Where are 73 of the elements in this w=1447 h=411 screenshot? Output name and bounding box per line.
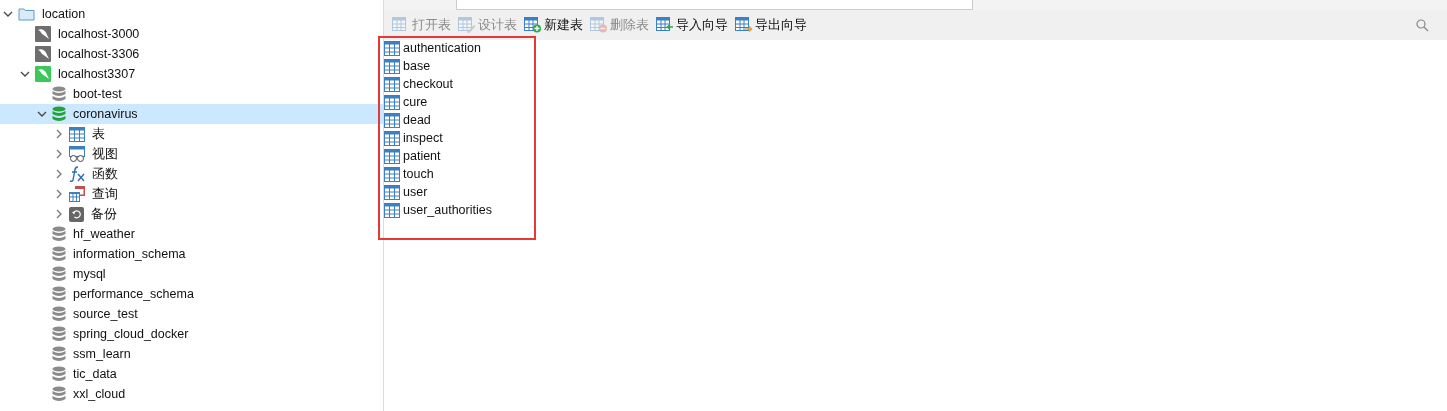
view-icon	[69, 146, 85, 162]
tree-item-label: ssm_learn	[73, 347, 131, 361]
tree-item[interactable]: 查询	[0, 184, 383, 204]
tree-item[interactable]: localhost3307	[0, 64, 383, 84]
tree-item[interactable]: location	[0, 4, 383, 24]
backup-icon	[69, 206, 84, 222]
tree-item[interactable]: 视图	[0, 144, 383, 164]
tree-item-label: coronavirus	[73, 107, 138, 121]
tree-item-label: 视图	[92, 145, 118, 163]
toolbar-button[interactable]: 导入向导	[654, 15, 730, 35]
tree-item-label: source_test	[73, 307, 138, 321]
tree-item-label: performance_schema	[73, 287, 194, 301]
chevron-right-icon[interactable]	[54, 149, 64, 159]
chevron-right-icon[interactable]	[54, 129, 64, 139]
tree-item[interactable]: source_test	[0, 304, 383, 324]
table-icon	[69, 126, 85, 142]
tree-item[interactable]: 备份	[0, 204, 383, 224]
tree-item[interactable]: performance_schema	[0, 284, 383, 304]
tree-item-label: hf_weather	[73, 227, 135, 241]
tree-item[interactable]: localhost-3000	[0, 24, 383, 44]
tree-item[interactable]: coronavirus	[0, 104, 383, 124]
table-list-item[interactable]: dead	[384, 111, 530, 129]
tree-item-label: spring_cloud_docker	[73, 327, 189, 341]
tree-item[interactable]: tic_data	[0, 364, 383, 384]
tree-item[interactable]: localhost-3306	[0, 44, 383, 64]
function-icon	[69, 166, 85, 182]
table-list-item[interactable]: cure	[384, 93, 530, 111]
chevron-right-icon[interactable]	[54, 189, 64, 199]
folder-icon	[18, 7, 35, 21]
table-list-item[interactable]: touch	[384, 165, 530, 183]
table-list-item[interactable]: user	[384, 183, 530, 201]
table-list-item[interactable]: authentication	[384, 39, 530, 57]
tree-item[interactable]: 函数	[0, 164, 383, 184]
tree-item-label: 备份	[91, 205, 117, 223]
table-icon	[590, 17, 608, 33]
tree-item-label: localhost-3306	[58, 47, 140, 61]
table-list-item[interactable]: inspect	[384, 129, 530, 147]
table-list-item[interactable]: patient	[384, 147, 530, 165]
tree-item[interactable]: spring_cloud_docker	[0, 324, 383, 344]
search-icon[interactable]	[1416, 18, 1429, 32]
tree-item-label: information_schema	[73, 247, 186, 261]
tree-item[interactable]: boot-test	[0, 84, 383, 104]
tree-item-label: 查询	[92, 185, 118, 203]
chevron-right-icon[interactable]	[54, 209, 64, 219]
toolbar-button[interactable]: 新建表	[522, 15, 585, 35]
tree-item-label: localhost-3000	[58, 27, 140, 41]
tree-item-label: tic_data	[73, 367, 117, 381]
table-list-item[interactable]: base	[384, 57, 530, 75]
table-icon	[656, 17, 674, 33]
tree-item-label: 表	[92, 125, 105, 143]
toolbar-button[interactable]: 导出向导	[733, 15, 809, 35]
table-icon	[524, 17, 542, 33]
chevron-down-icon[interactable]	[20, 69, 30, 79]
tree-item[interactable]: mysql	[0, 264, 383, 284]
table-list-item[interactable]: user_authorities	[384, 201, 530, 219]
tree-item[interactable]: ssm_learn	[0, 344, 383, 364]
tree-item[interactable]: xxl_cloud	[0, 384, 383, 404]
tree-item-label: localhost3307	[58, 67, 136, 81]
table-list-item[interactable]: checkout	[384, 75, 530, 93]
tree-item-label: mysql	[73, 267, 106, 281]
tree-item[interactable]: hf_weather	[0, 224, 383, 244]
tree-item[interactable]: 表	[0, 124, 383, 144]
tree-item-label: 函数	[92, 165, 118, 183]
tree-item-label: location	[42, 7, 86, 21]
tree-item[interactable]: information_schema	[0, 244, 383, 264]
table-icon	[735, 17, 753, 33]
chevron-down-icon[interactable]	[37, 109, 47, 119]
tree-item-label: xxl_cloud	[73, 387, 126, 401]
tree-item-label: boot-test	[73, 87, 122, 101]
query-icon	[69, 186, 85, 202]
chevron-right-icon[interactable]	[54, 169, 64, 179]
chevron-down-icon[interactable]	[3, 9, 13, 19]
table-icon	[458, 17, 476, 33]
